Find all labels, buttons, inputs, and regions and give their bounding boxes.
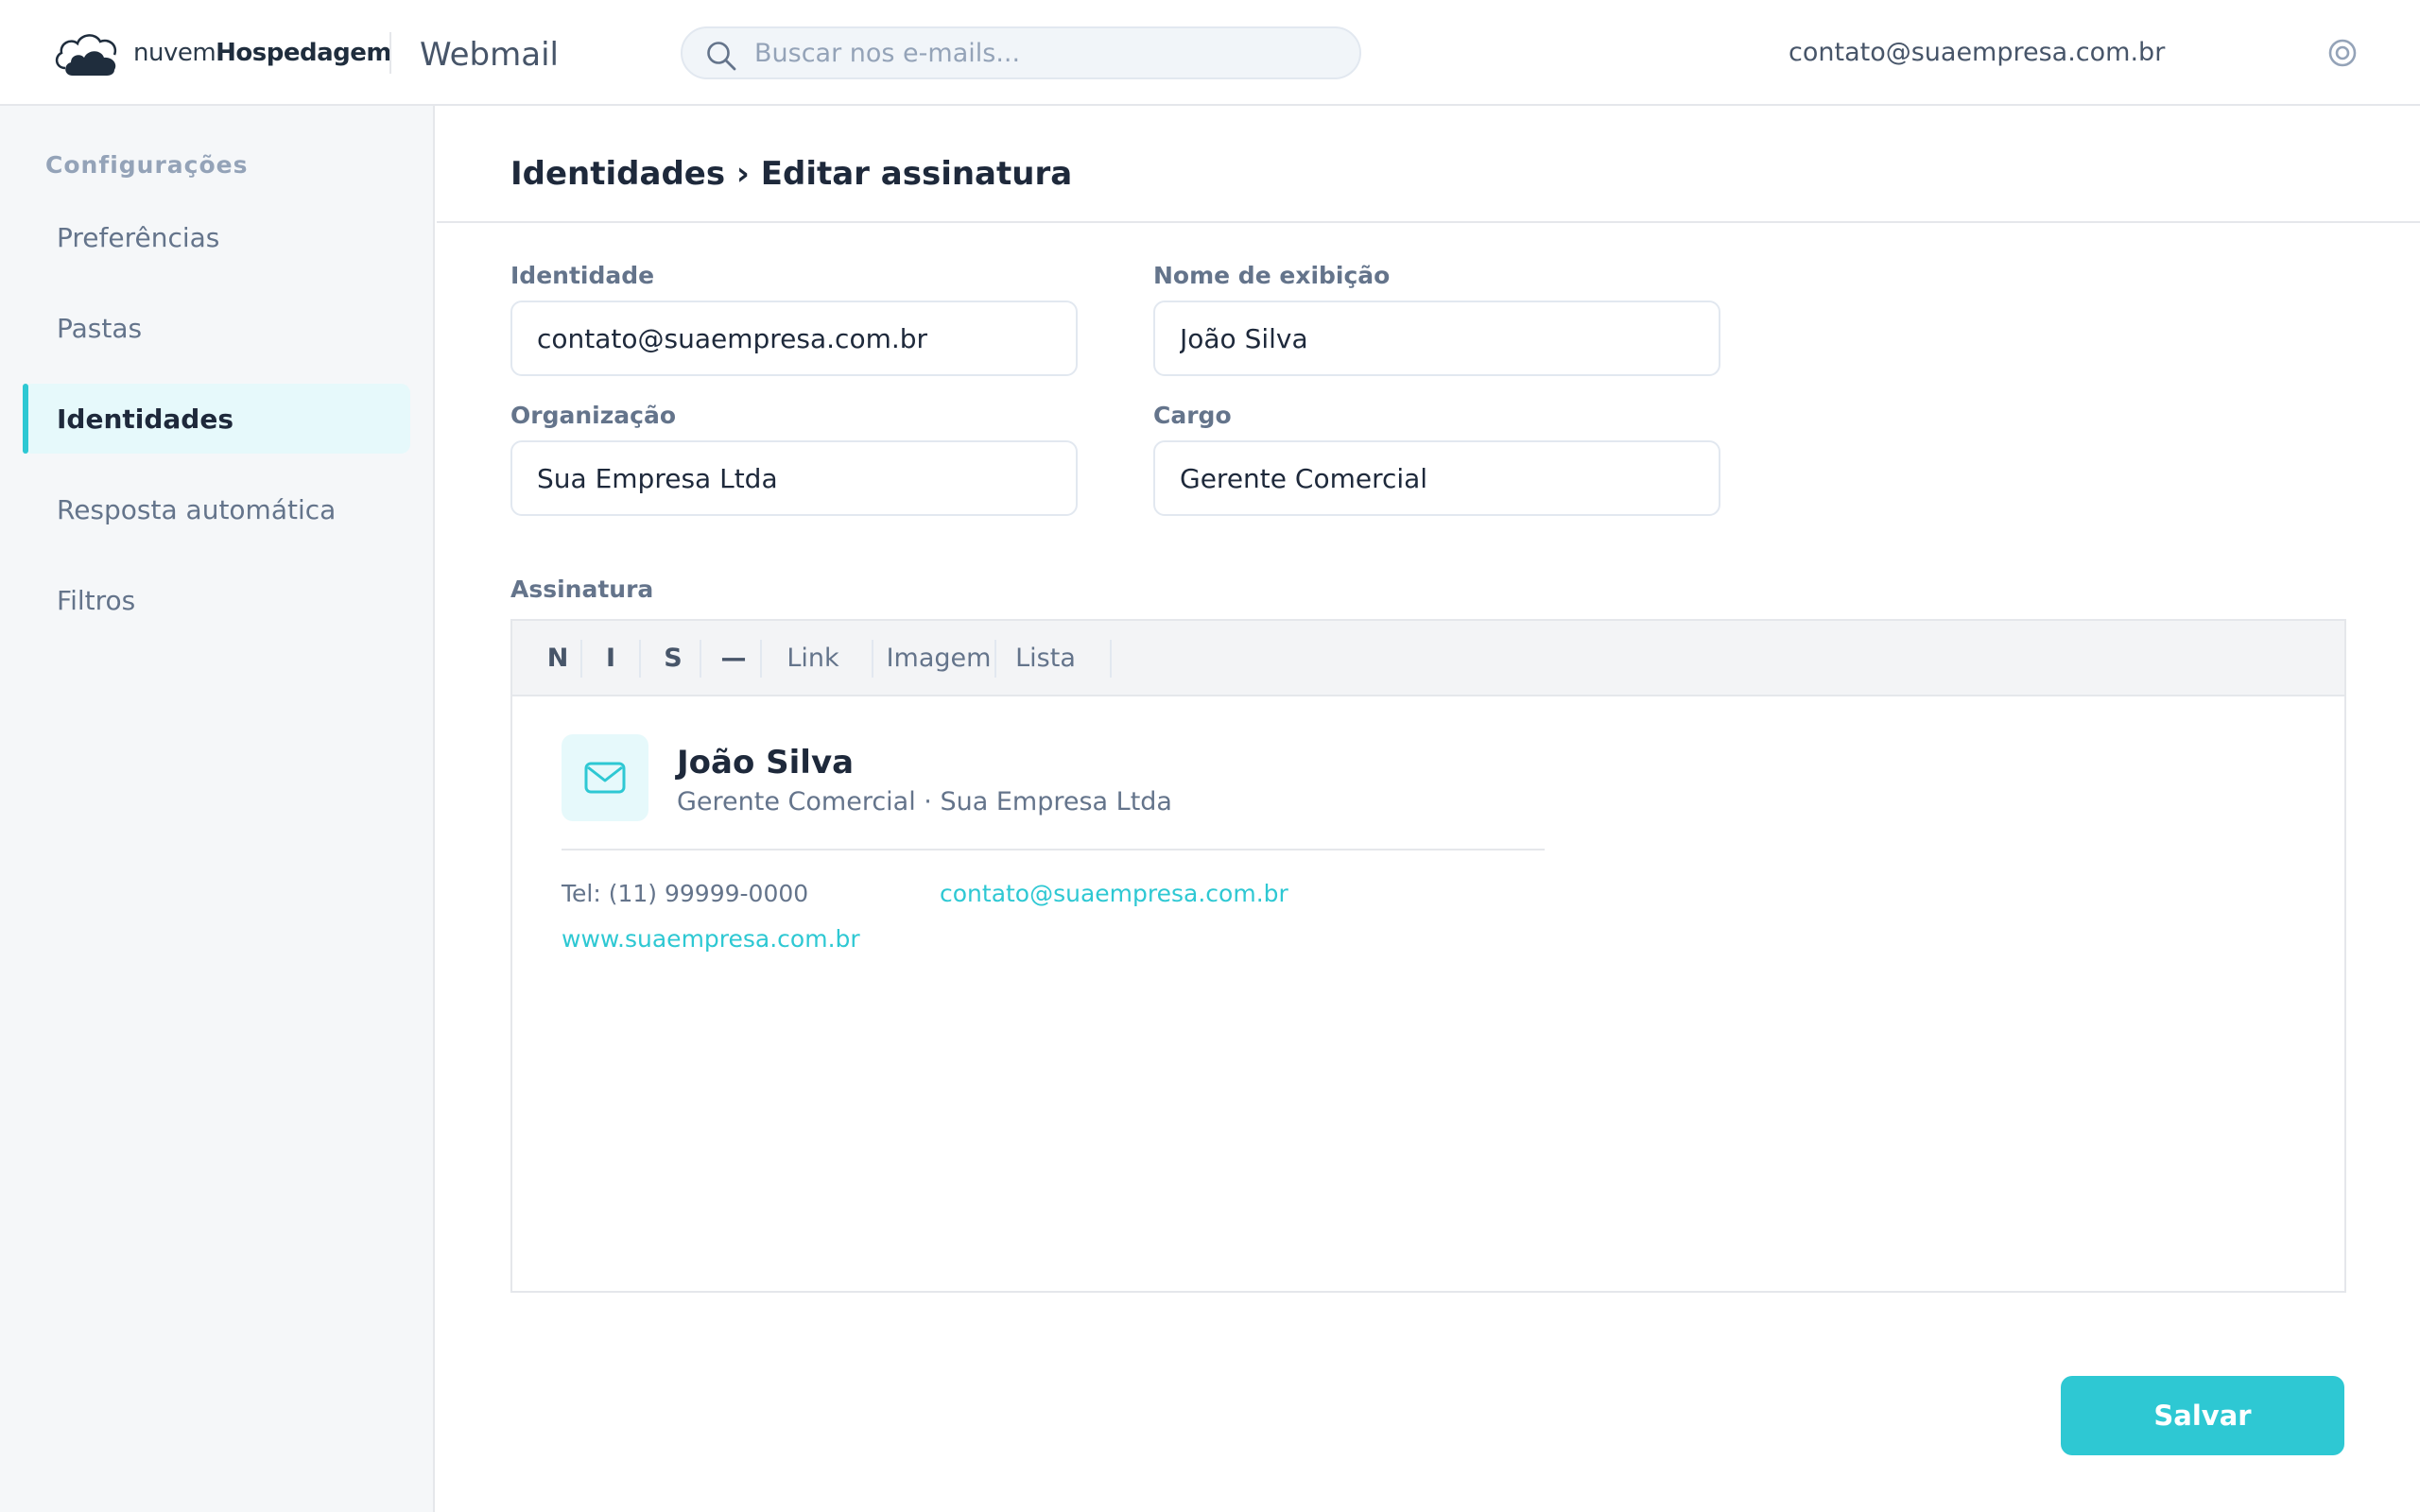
toolbar-separator [994, 640, 996, 678]
main-content: Identidades › Editar assinatura Identida… [437, 106, 2420, 1512]
sidebar-item-label: Identidades [57, 403, 234, 435]
horizontal-rule-button[interactable]: — [705, 621, 762, 695]
signature-website-link[interactable]: www.suaempresa.com.br [562, 923, 860, 955]
toolbar-separator [580, 640, 582, 678]
list-button[interactable]: Lista [1000, 621, 1091, 695]
sidebar-item-label: Preferências [57, 221, 220, 253]
sidebar-heading: Configurações [45, 151, 249, 179]
search-bar[interactable] [681, 26, 1361, 79]
role-label: Cargo [1153, 402, 1232, 429]
toolbar-separator [1110, 640, 1112, 678]
bold-button[interactable]: N [533, 621, 582, 695]
sidebar-item-label: Resposta automática [57, 493, 337, 525]
settings-sidebar: Configurações Preferências Pastas Identi… [0, 106, 435, 1512]
header-divider [389, 32, 391, 74]
organization-field[interactable] [510, 440, 1078, 516]
editor-toolbar: N I S — Link Imagem Lista [512, 621, 2344, 696]
account-email[interactable]: contato@suaempresa.com.br [1789, 36, 2165, 70]
image-button[interactable]: Imagem [877, 621, 1000, 695]
organization-label: Organização [510, 402, 676, 429]
display-name-label: Nome de exibição [1153, 262, 1391, 289]
signature-label: Assinatura [510, 576, 654, 603]
sidebar-item-pastas[interactable]: Pastas [23, 293, 410, 363]
signature-logo [562, 734, 648, 821]
app-name: Webmail [420, 36, 559, 74]
cloud-logo-icon [55, 34, 117, 76]
brand-name-light: nuvem [133, 39, 216, 67]
strikethrough-button[interactable]: S [645, 621, 701, 695]
link-button[interactable]: Link [766, 621, 860, 695]
sidebar-item-label: Pastas [57, 312, 143, 344]
search-input[interactable] [752, 28, 1339, 77]
toolbar-separator [872, 640, 873, 678]
signature-phone: Tel: (11) 99999-0000 [562, 880, 809, 907]
search-icon [707, 42, 736, 71]
sidebar-item-filtros[interactable]: Filtros [23, 565, 410, 635]
signature-subtitle: Gerente Comercial · Sua Empresa Ltda [677, 787, 1172, 816]
signature-name: João Silva [677, 744, 855, 782]
italic-button[interactable]: I [586, 621, 635, 695]
sidebar-item-preferencias[interactable]: Preferências [23, 202, 410, 272]
brand-wordmark: nuvem Hospedagem [133, 39, 392, 67]
page-header: Identidades › Editar assinatura [437, 106, 2420, 223]
identity-label: Identidade [510, 262, 655, 289]
settings-icon[interactable] [2325, 36, 2360, 70]
toolbar-separator [760, 640, 762, 678]
sidebar-item-resposta-automatica[interactable]: Resposta automática [23, 474, 410, 544]
top-bar: nuvemHospedagem Webmail contato@suaempre… [0, 0, 2420, 106]
signature-editor[interactable]: N I S — Link Imagem Lista João Silva Ger… [510, 619, 2346, 1293]
identity-field[interactable] [510, 301, 1078, 376]
mail-icon [584, 762, 626, 794]
toolbar-separator [639, 640, 641, 678]
signature-email-link[interactable]: contato@suaempresa.com.br [940, 878, 1288, 910]
brand-name-bold: Hospedagem [216, 39, 392, 67]
signature-divider [562, 849, 1545, 850]
sidebar-item-identidades[interactable]: Identidades [23, 384, 410, 454]
sidebar-item-label: Filtros [57, 584, 136, 616]
display-name-field[interactable] [1153, 301, 1720, 376]
page-title: Identidades › Editar assinatura [510, 155, 1073, 193]
toolbar-separator [700, 640, 701, 678]
brand-logo[interactable]: nuvem Hospedagem [52, 26, 392, 79]
role-field[interactable] [1153, 440, 1720, 516]
save-button[interactable]: Salvar [2061, 1376, 2344, 1455]
